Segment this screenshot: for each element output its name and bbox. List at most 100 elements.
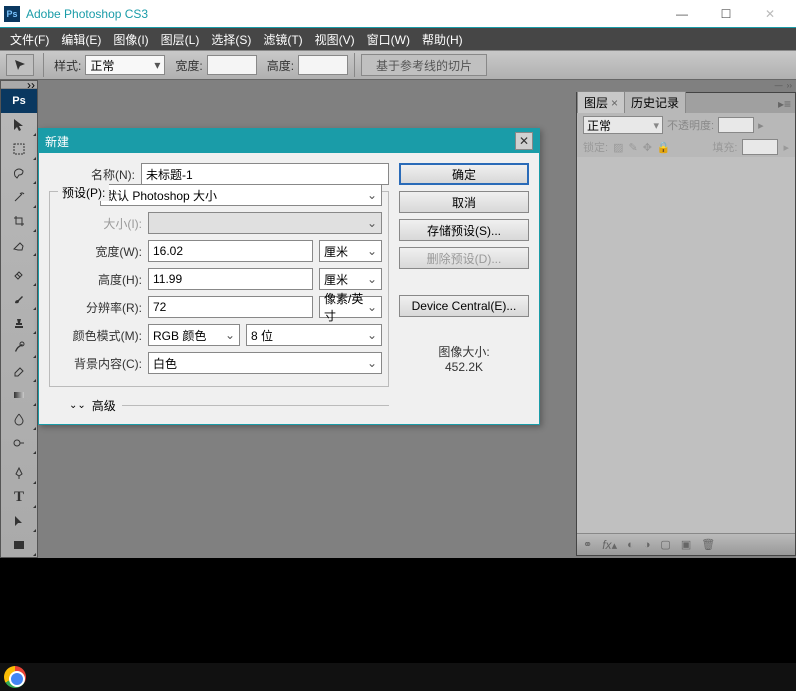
slice-tool[interactable] xyxy=(1,233,37,257)
device-central-button[interactable]: Device Central(E)... xyxy=(399,295,529,317)
menu-edit[interactable]: 编辑(E) xyxy=(55,31,107,48)
size-label: 大小(I): xyxy=(56,215,148,232)
tab-layers[interactable]: 图层× xyxy=(577,91,625,113)
move-tool[interactable] xyxy=(1,113,37,137)
menu-layer[interactable]: 图层(L) xyxy=(155,31,206,48)
menu-view[interactable]: 视图(V) xyxy=(309,31,361,48)
menu-select[interactable]: 选择(S) xyxy=(205,31,257,48)
background-label: 背景内容(C): xyxy=(56,355,148,372)
size-select xyxy=(148,212,382,234)
style-label: 样式: xyxy=(54,57,81,74)
tools-header[interactable]: ›› xyxy=(1,81,37,89)
opacity-label: 不透明度: xyxy=(667,117,714,133)
type-tool[interactable]: T xyxy=(1,485,37,509)
opacity-input[interactable] xyxy=(718,117,754,133)
link-layers-icon[interactable]: ⚭ xyxy=(583,538,592,551)
layers-footer: ⚭ fx▴ ◐ ◑ ▢ ▣ 🗑 xyxy=(577,533,795,555)
resolution-label: 分辨率(R): xyxy=(56,299,148,316)
minimize-button[interactable]: — xyxy=(660,1,704,27)
marquee-tool[interactable] xyxy=(1,137,37,161)
height-input[interactable] xyxy=(148,268,313,290)
black-area xyxy=(0,558,796,663)
magic-wand-tool[interactable] xyxy=(1,185,37,209)
panel-menu-icon[interactable]: ▸≡ xyxy=(774,95,795,113)
brush-tool[interactable] xyxy=(1,287,37,311)
fill-arrow-icon[interactable]: ▸ xyxy=(783,141,789,154)
ps-tab-icon[interactable]: Ps xyxy=(1,89,37,113)
name-label: 名称(N): xyxy=(49,166,141,183)
width-input[interactable] xyxy=(207,55,257,75)
blur-tool[interactable] xyxy=(1,407,37,431)
tab-history[interactable]: 历史记录 xyxy=(624,91,686,113)
taskbar xyxy=(0,663,796,691)
preset-select[interactable]: 默认 Photoshop 大小 xyxy=(100,184,382,206)
layer-mask-icon[interactable]: ◐ xyxy=(627,539,634,551)
stamp-tool[interactable] xyxy=(1,311,37,335)
advanced-toggle[interactable]: ⌄⌄ 高级 xyxy=(69,397,389,414)
lock-paint-icon[interactable]: ✎ xyxy=(628,141,637,154)
save-preset-button[interactable]: 存储预设(S)... xyxy=(399,219,529,241)
color-mode-label: 颜色模式(M): xyxy=(56,327,148,344)
menu-window[interactable]: 窗口(W) xyxy=(361,31,416,48)
tool-preset-button[interactable] xyxy=(6,54,34,76)
lock-label: 锁定: xyxy=(583,139,608,155)
delete-preset-button: 删除预设(D)... xyxy=(399,247,529,269)
rectangle-tool[interactable] xyxy=(1,533,37,557)
panel-dock-header[interactable]: —›› xyxy=(576,80,796,90)
right-panels: —›› 图层× 历史记录 ▸≡ 正常 不透明度: ▸ 锁定: ▨ ✎ ✥ 🔒 填… xyxy=(576,80,796,558)
width-input[interactable] xyxy=(148,240,313,262)
lock-position-icon[interactable]: ✥ xyxy=(643,141,652,154)
blend-mode-select[interactable]: 正常 xyxy=(583,116,663,134)
eraser-tool[interactable] xyxy=(1,359,37,383)
height-unit-select[interactable]: 厘米 xyxy=(319,268,382,290)
close-button[interactable]: ✕ xyxy=(748,1,792,27)
height-label: 高度: xyxy=(267,57,294,74)
preset-fieldset: 预设(P): 默认 Photoshop 大小 大小(I): 宽度(W): 厘米 xyxy=(49,191,389,387)
name-input[interactable] xyxy=(141,163,389,185)
background-select[interactable]: 白色 xyxy=(148,352,382,374)
adjustment-layer-icon[interactable]: ◑ xyxy=(644,539,651,551)
maximize-button[interactable]: ☐ xyxy=(704,1,748,27)
dialog-close-button[interactable]: ✕ xyxy=(515,132,533,150)
height-input[interactable] xyxy=(298,55,348,75)
lasso-tool[interactable] xyxy=(1,161,37,185)
layer-list[interactable] xyxy=(577,157,795,533)
new-document-dialog: 新建 ✕ 名称(N): 预设(P): 默认 Photoshop 大小 大小(I)… xyxy=(38,128,540,425)
delete-layer-icon[interactable]: 🗑 xyxy=(701,538,715,551)
healing-tool[interactable] xyxy=(1,263,37,287)
slice-from-guides-button[interactable]: 基于参考线的切片 xyxy=(361,54,487,76)
chrome-icon[interactable] xyxy=(4,666,26,688)
menubar: 文件(F) 编辑(E) 图像(I) 图层(L) 选择(S) 滤镜(T) 视图(V… xyxy=(0,28,796,50)
crop-tool[interactable] xyxy=(1,209,37,233)
bit-depth-select[interactable]: 8 位 xyxy=(246,324,382,346)
style-select[interactable]: 正常 xyxy=(85,55,165,75)
new-layer-icon[interactable]: ▣ xyxy=(681,538,691,551)
path-selection-tool[interactable] xyxy=(1,509,37,533)
dialog-titlebar[interactable]: 新建 ✕ xyxy=(39,129,539,153)
divider xyxy=(43,53,44,77)
image-size-value: 452.2K xyxy=(399,360,529,374)
options-bar: 样式: 正常 宽度: 高度: 基于参考线的切片 xyxy=(0,50,796,80)
cancel-button[interactable]: 取消 xyxy=(399,191,529,213)
color-mode-select[interactable]: RGB 颜色 xyxy=(148,324,240,346)
resolution-input[interactable] xyxy=(148,296,313,318)
lock-all-icon[interactable]: 🔒 xyxy=(657,141,671,154)
d-height-label: 高度(H): xyxy=(56,271,148,288)
dodge-tool[interactable] xyxy=(1,431,37,455)
ok-button[interactable]: 确定 xyxy=(399,163,529,185)
menu-image[interactable]: 图像(I) xyxy=(107,31,154,48)
pen-tool[interactable] xyxy=(1,461,37,485)
opacity-arrow-icon[interactable]: ▸ xyxy=(758,119,764,132)
menu-file[interactable]: 文件(F) xyxy=(4,31,55,48)
width-unit-select[interactable]: 厘米 xyxy=(319,240,382,262)
layer-fx-icon[interactable]: fx▴ xyxy=(602,538,617,552)
group-icon[interactable]: ▢ xyxy=(660,538,670,551)
menu-filter[interactable]: 滤镜(T) xyxy=(257,31,308,48)
history-brush-tool[interactable] xyxy=(1,335,37,359)
fill-input[interactable] xyxy=(742,139,778,155)
resolution-unit-select[interactable]: 像素/英寸 xyxy=(319,296,382,318)
menu-help[interactable]: 帮助(H) xyxy=(416,31,469,48)
width-label: 宽度(W): xyxy=(56,243,148,260)
lock-transparency-icon[interactable]: ▨ xyxy=(613,141,623,154)
gradient-tool[interactable] xyxy=(1,383,37,407)
